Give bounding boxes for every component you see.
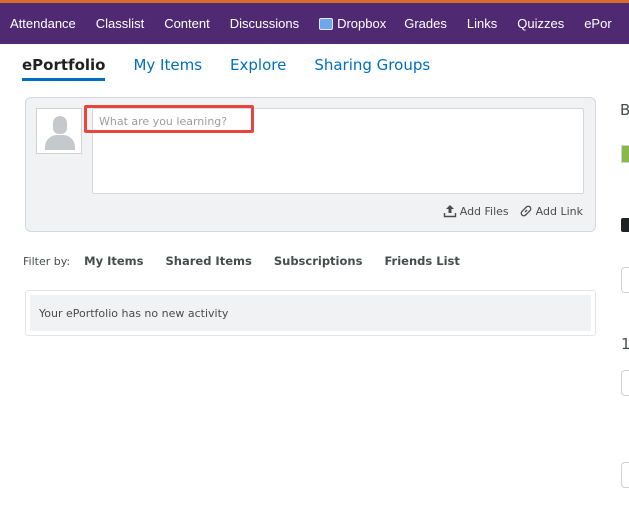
filter-shared-items[interactable]: Shared Items xyxy=(166,254,252,268)
sidebar-button[interactable] xyxy=(621,267,629,293)
nav-attendance[interactable]: Attendance xyxy=(10,16,76,31)
activity-empty-state: Your ePortfolio has no new activity xyxy=(30,295,591,331)
filter-subscriptions[interactable]: Subscriptions xyxy=(274,254,363,268)
filter-label: Filter by: xyxy=(23,254,71,268)
learning-input[interactable]: What are you learning? xyxy=(92,108,584,194)
nav-content[interactable]: Content xyxy=(164,16,210,31)
avatar-shoulders xyxy=(45,135,75,150)
avatar-placeholder-icon xyxy=(53,116,67,134)
eportfolio-tabs: ePortfolio My Items Explore Sharing Grou… xyxy=(22,56,458,82)
sidebar-number-partial: 1 xyxy=(621,335,629,353)
course-navbar: Attendance Classlist Content Discussions… xyxy=(0,0,629,44)
sidebar-icon xyxy=(621,218,629,232)
avatar xyxy=(36,108,82,154)
activity-feed: Your ePortfolio has no new activity xyxy=(25,290,596,336)
tab-eportfolio[interactable]: ePortfolio xyxy=(22,56,106,81)
add-link-button[interactable]: Add Link xyxy=(519,204,583,218)
sidebar-button[interactable] xyxy=(621,370,629,396)
dropbox-icon xyxy=(319,17,334,30)
filter-row: Filter by: My Items Shared Items Subscri… xyxy=(23,254,482,268)
nav-discussions[interactable]: Discussions xyxy=(230,16,299,31)
filter-my-items[interactable]: My Items xyxy=(84,254,143,268)
sidebar-heading-partial: B xyxy=(620,101,629,119)
sidebar-button[interactable] xyxy=(621,462,629,488)
add-link-label: Add Link xyxy=(535,204,583,218)
link-icon xyxy=(520,205,532,217)
nav-links[interactable]: Links xyxy=(467,16,497,31)
learning-input-placeholder: What are you learning? xyxy=(99,115,228,128)
filter-friends-list[interactable]: Friends List xyxy=(384,254,459,268)
add-files-button[interactable]: Add Files xyxy=(443,204,509,218)
nav-eportfolio[interactable]: ePor xyxy=(584,16,611,31)
sidebar-thumbnail xyxy=(621,145,629,163)
nav-dropbox-label: Dropbox xyxy=(337,16,387,31)
nav-classlist[interactable]: Classlist xyxy=(96,16,144,31)
nav-dropbox[interactable]: Dropbox xyxy=(319,16,386,31)
tab-my-items[interactable]: My Items xyxy=(133,56,202,74)
tab-explore[interactable]: Explore xyxy=(230,56,286,74)
tab-sharing-groups[interactable]: Sharing Groups xyxy=(314,56,430,74)
composer-actions: Add Files Add Link xyxy=(433,204,583,218)
nav-quizzes[interactable]: Quizzes xyxy=(517,16,564,31)
add-files-label: Add Files xyxy=(459,204,509,218)
post-composer: What are you learning? Add Files Add Lin… xyxy=(25,97,596,232)
upload-icon xyxy=(443,205,456,218)
empty-activity-message: Your ePortfolio has no new activity xyxy=(39,306,229,320)
nav-grades[interactable]: Grades xyxy=(404,16,447,31)
